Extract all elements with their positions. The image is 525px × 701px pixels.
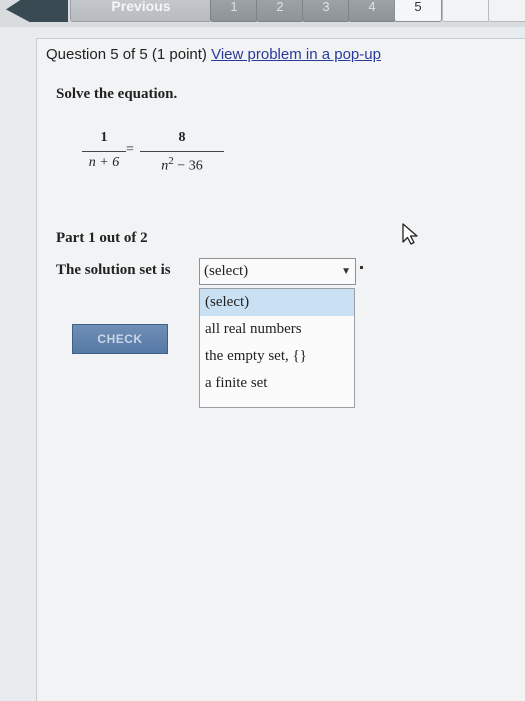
- page-2-button[interactable]: 2: [256, 0, 304, 22]
- solution-set-select[interactable]: (select) ▼: [199, 258, 356, 285]
- question-header: Question 5 of 5 (1 point) View problem i…: [46, 46, 381, 63]
- previous-button[interactable]: Previous: [70, 0, 212, 22]
- left-fraction: 1 n + 6: [82, 130, 126, 171]
- question-info: Question 5 of 5 (1 point): [46, 46, 207, 63]
- right-numerator: 8: [178, 130, 186, 145]
- solution-set-dropdown: (select) all real numbers the empty set,…: [199, 288, 355, 408]
- right-fraction: 8 n2 − 36: [140, 130, 224, 175]
- select-value: (select): [204, 263, 249, 279]
- nav-blank-button[interactable]: [442, 0, 490, 22]
- page-1-button[interactable]: 1: [210, 0, 258, 22]
- page-5-button[interactable]: 5: [394, 0, 442, 22]
- option-empty-set[interactable]: the empty set, {}: [200, 343, 354, 370]
- instruction-text: Solve the equation.: [56, 86, 178, 102]
- left-fraction-bar: [82, 151, 126, 152]
- part-label: Part 1 out of 2: [56, 230, 148, 246]
- option-select[interactable]: (select): [200, 289, 354, 316]
- right-fraction-bar: [140, 151, 224, 152]
- dot-marker: [360, 266, 363, 269]
- page-3-button[interactable]: 3: [302, 0, 350, 22]
- popup-link[interactable]: View problem in a pop-up: [211, 46, 381, 63]
- question-navigation-bar: Previous 1 2 3 4 5: [0, 0, 525, 27]
- left-denominator: n + 6: [88, 155, 120, 170]
- left-numerator: 1: [100, 130, 108, 145]
- equals-sign: =: [126, 142, 134, 157]
- page-4-button[interactable]: 4: [348, 0, 396, 22]
- nav-blank-button[interactable]: [488, 0, 525, 22]
- solution-set-label: The solution set is: [56, 262, 171, 278]
- option-finite-set[interactable]: a finite set: [200, 370, 354, 397]
- dropdown-arrow-icon[interactable]: ▼: [341, 266, 351, 277]
- right-denominator: n2 − 36: [140, 155, 224, 175]
- option-all-real-numbers[interactable]: all real numbers: [200, 316, 354, 343]
- denominator-constant: − 36: [173, 158, 203, 174]
- mouse-cursor-icon: [402, 223, 418, 245]
- previous-arrow-icon[interactable]: [6, 0, 68, 22]
- check-button[interactable]: CHECK: [72, 324, 168, 354]
